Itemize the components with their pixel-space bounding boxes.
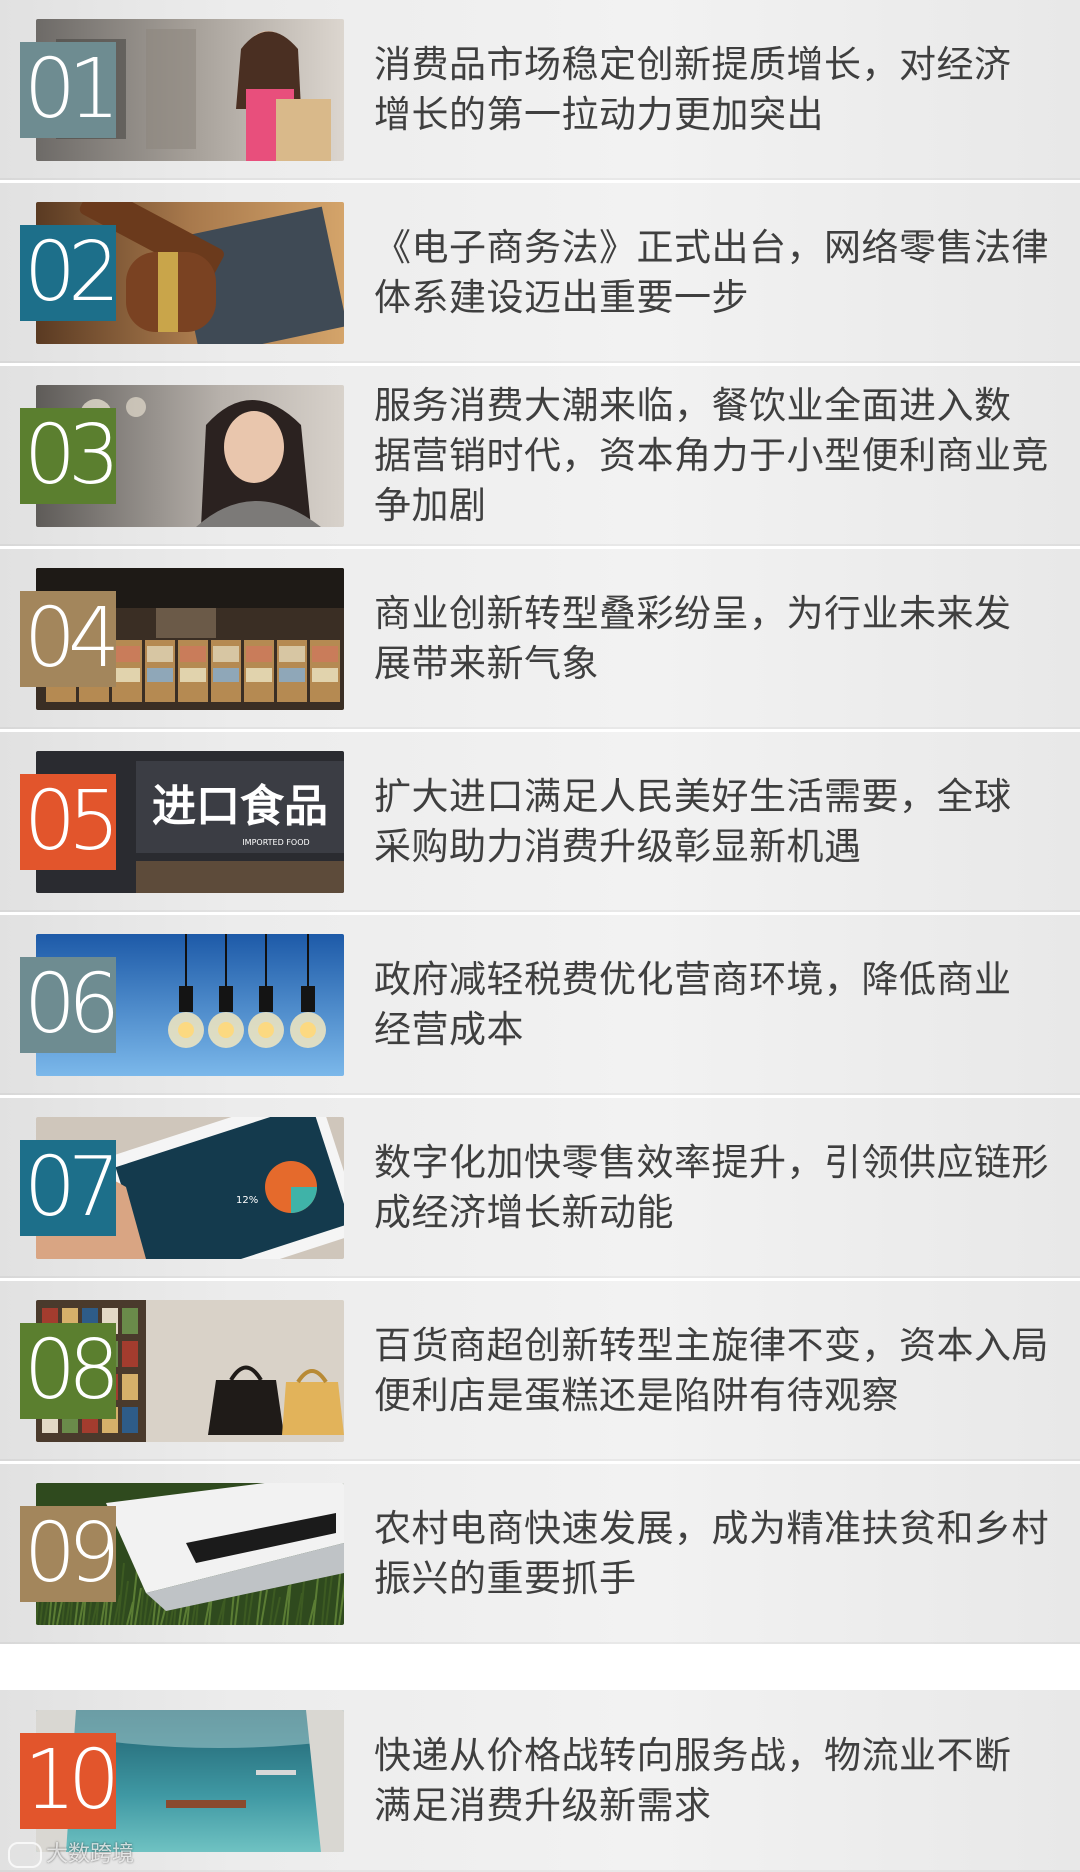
headline-line: 成经济增长新动能 <box>374 1191 674 1234</box>
headline-line: 经营成本 <box>374 1008 524 1051</box>
item-headline: 农村电商快速发展，成为精准扶贫和乡村 振兴的重要抓手 <box>374 1504 1064 1604</box>
item-headline: 快递从价格战转向服务战，物流业不断 满足消费升级新需求 <box>374 1731 1064 1831</box>
list-item[interactable]: 02 《电子商务法》正式出台，网络零售法律 体系建设迈出重要一步 <box>0 183 1080 363</box>
headline-line: 快递从价格战转向服务战，物流业不断 <box>374 1734 1012 1777</box>
item-headline: 《电子商务法》正式出台，网络零售法律 体系建设迈出重要一步 <box>374 223 1064 323</box>
headline-line: 采购助力消费升级彰显新机遇 <box>374 825 862 868</box>
headline-line: 服务消费大潮来临，餐饮业全面进入数 <box>374 384 1012 427</box>
item-headline: 数字化加快零售效率提升，引领供应链形 成经济增长新动能 <box>374 1138 1064 1238</box>
list-item[interactable]: 03 服务消费大潮来临，餐饮业全面进入数 据营销时代，资本角力于小型便利商业竞 争加剧 <box>0 366 1080 546</box>
list-item[interactable]: 06 政府减轻税费优化营商环境，降低商业 经营成本 <box>0 915 1080 1095</box>
item-number-badge: 01 <box>20 42 116 138</box>
item-number-badge: 10 <box>20 1733 116 1829</box>
store-sign-text: 进口食品 <box>152 781 328 832</box>
item-number-badge: 03 <box>20 408 116 504</box>
item-number-badge: 08 <box>20 1323 116 1419</box>
headline-line: 便利店是蛋糕还是陷阱有待观察 <box>374 1374 899 1417</box>
headline-line: 体系建设迈出重要一步 <box>374 276 749 319</box>
headline-line: 数字化加快零售效率提升，引领供应链形 <box>374 1141 1049 1184</box>
headline-line: 满足消费升级新需求 <box>374 1784 712 1827</box>
headline-line: 展带来新气象 <box>374 642 599 685</box>
headline-line: 《电子商务法》正式出台，网络零售法律 <box>374 226 1049 269</box>
headline-line: 商业创新转型叠彩纷呈，为行业未来发 <box>374 592 1012 635</box>
headline-line: 消费品市场稳定创新提质增长，对经济 <box>374 43 1012 86</box>
item-headline: 服务消费大潮来临，餐饮业全面进入数 据营销时代，资本角力于小型便利商业竞 争加剧 <box>374 381 1064 531</box>
item-number-badge: 05 <box>20 774 116 870</box>
headline-line: 政府减轻税费优化营商环境，降低商业 <box>374 958 1012 1001</box>
item-number-badge: 06 <box>20 957 116 1053</box>
store-sign-subtext: IMPORTED FOOD <box>242 838 309 847</box>
list-item[interactable]: 01 消费品市场稳定创新提质增长，对经济 增长的第一拉动力更加突出 <box>0 0 1080 180</box>
list-item[interactable]: 09 农村电商快速发展，成为精准扶贫和乡村 振兴的重要抓手 <box>0 1464 1080 1644</box>
item-headline: 百货商超创新转型主旋律不变，资本入局 便利店是蛋糕还是陷阱有待观察 <box>374 1321 1064 1421</box>
list-item[interactable]: 08 百货商超创新转型主旋律不变，资本入局 便利店是蛋糕还是陷阱有待观察 <box>0 1281 1080 1461</box>
list-item[interactable]: 04 商业创新转型叠彩纷呈，为行业未来发 展带来新气象 <box>0 549 1080 729</box>
item-headline: 商业创新转型叠彩纷呈，为行业未来发 展带来新气象 <box>374 589 1064 689</box>
item-number-badge: 04 <box>20 591 116 687</box>
item-headline: 政府减轻税费优化营商环境，降低商业 经营成本 <box>374 955 1064 1055</box>
list-item[interactable]: 进口食品 IMPORTED FOOD 05 扩大进口满足人民美好生活需要，全球 采购助力… <box>0 732 1080 912</box>
list-item[interactable]: 10 快递从价格战转向服务战，物流业不断 满足消费升级新需求 <box>0 1690 1080 1872</box>
item-headline: 扩大进口满足人民美好生活需要，全球 采购助力消费升级彰显新机遇 <box>374 772 1064 872</box>
headline-line: 百货商超创新转型主旋律不变，资本入局 <box>374 1324 1049 1367</box>
headline-line: 扩大进口满足人民美好生活需要，全球 <box>374 775 1012 818</box>
watermark: 大数跨境 <box>8 1836 134 1868</box>
headline-line: 农村电商快速发展，成为精准扶贫和乡村 <box>374 1507 1049 1550</box>
headline-line: 增长的第一拉动力更加突出 <box>374 93 824 136</box>
headline-line: 据营销时代，资本角力于小型便利商业竞 <box>374 434 1049 477</box>
item-number-badge: 09 <box>20 1506 116 1602</box>
list-item[interactable]: 12% 07 数字化加快零售效率提升，引领供应链形 成经济增长新动能 <box>0 1098 1080 1278</box>
item-number-badge: 02 <box>20 225 116 321</box>
headline-line: 争加剧 <box>374 484 487 527</box>
headline-line: 振兴的重要抓手 <box>374 1557 637 1600</box>
watermark-text: 大数跨境 <box>46 1842 135 1867</box>
tablet-chart-label: 12% <box>236 1195 258 1206</box>
item-number-badge: 07 <box>20 1140 116 1236</box>
news-list: 01 消费品市场稳定创新提质增长，对经济 增长的第一拉动力更加突出 02 《电子商务法》… <box>0 0 1080 1872</box>
cloud-logo-icon <box>8 1842 42 1868</box>
item-headline: 消费品市场稳定创新提质增长，对经济 增长的第一拉动力更加突出 <box>374 40 1064 140</box>
